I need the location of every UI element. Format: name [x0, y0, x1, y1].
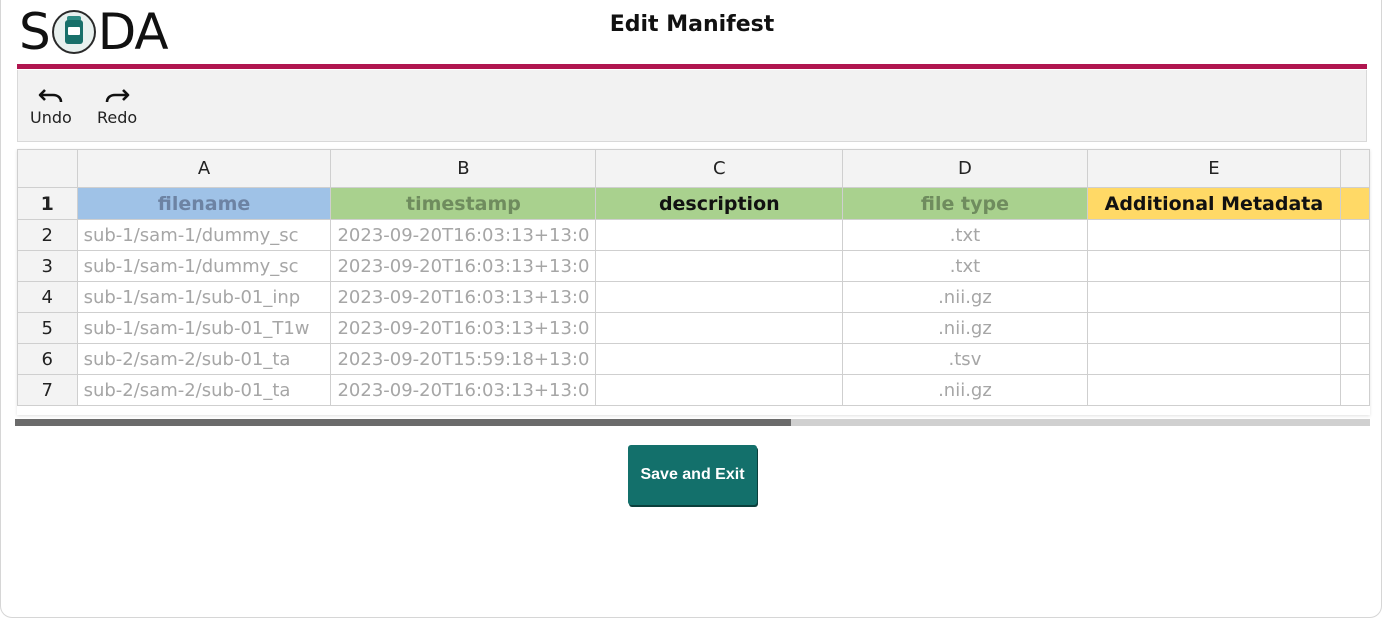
undo-label: Undo — [30, 108, 72, 127]
extra-cell[interactable] — [1340, 250, 1370, 282]
accent-divider — [17, 64, 1367, 69]
extra-cell[interactable] — [1340, 374, 1370, 406]
file-type-cell[interactable]: .nii.gz — [842, 281, 1088, 313]
extra-cell[interactable] — [1340, 281, 1370, 313]
timestamp-cell[interactable]: 2023-09-20T15:59:18+13:0 — [330, 343, 597, 375]
file-type-cell[interactable]: .txt — [842, 219, 1088, 251]
row-header[interactable]: 6 — [17, 343, 78, 375]
header-cell-timestamp[interactable]: timestamp — [330, 187, 597, 220]
page-title: Edit Manifest — [609, 12, 775, 37]
timestamp-cell[interactable]: 2023-09-20T16:03:13+13:0 — [330, 281, 597, 313]
row-header[interactable]: 1 — [17, 187, 78, 220]
table-row: 2 sub-1/sam-1/dummy_sc 2023-09-20T16:03:… — [17, 219, 1370, 251]
row-header[interactable]: 7 — [17, 374, 78, 406]
timestamp-cell[interactable]: 2023-09-20T16:03:13+13:0 — [330, 374, 597, 406]
horizontal-scrollbar[interactable] — [15, 419, 1370, 426]
additional-metadata-cell[interactable] — [1086, 219, 1342, 251]
manifest-table: A B C D E 1 filename timestamp descripti… — [17, 149, 1370, 406]
header-cell-extra[interactable] — [1340, 187, 1370, 220]
corner-cell[interactable] — [17, 149, 78, 188]
row-header[interactable]: 3 — [17, 250, 78, 282]
row-header[interactable]: 2 — [17, 219, 78, 251]
timestamp-cell[interactable]: 2023-09-20T16:03:13+13:0 — [330, 312, 597, 344]
filename-cell[interactable]: sub-1/sam-1/dummy_sc — [76, 219, 332, 251]
undo-button[interactable]: Undo — [30, 86, 72, 127]
column-header-a[interactable]: A — [76, 149, 332, 188]
extra-cell[interactable] — [1340, 219, 1370, 251]
file-type-cell[interactable]: .txt — [842, 250, 1088, 282]
table-row: 6 sub-2/sam-2/sub-01_ta 2023-09-20T15:59… — [17, 343, 1370, 375]
header-cell-filename[interactable]: filename — [76, 187, 332, 220]
additional-metadata-cell[interactable] — [1086, 250, 1342, 282]
description-cell[interactable] — [595, 374, 844, 406]
manifest-editor-window: S DA Edit Manifest Undo Redo A B C D E 1… — [0, 0, 1382, 618]
edit-toolbar: Undo Redo — [17, 70, 1367, 142]
filename-cell[interactable]: sub-1/sam-1/sub-01_inp — [76, 281, 332, 313]
additional-metadata-cell[interactable] — [1086, 343, 1342, 375]
column-header-d[interactable]: D — [842, 149, 1088, 188]
description-cell[interactable] — [595, 312, 844, 344]
additional-metadata-cell[interactable] — [1086, 312, 1342, 344]
description-cell[interactable] — [595, 281, 844, 313]
redo-icon — [105, 89, 130, 103]
additional-metadata-cell[interactable] — [1086, 374, 1342, 406]
row-header[interactable]: 4 — [17, 281, 78, 313]
file-type-cell[interactable]: .nii.gz — [842, 374, 1088, 406]
column-header-e[interactable]: E — [1086, 149, 1342, 188]
redo-label: Redo — [97, 108, 138, 127]
row-header[interactable]: 5 — [17, 312, 78, 344]
filename-cell[interactable]: sub-1/sam-1/sub-01_T1w — [76, 312, 332, 344]
manifest-spreadsheet: A B C D E 1 filename timestamp descripti… — [17, 149, 1370, 415]
column-header-f[interactable] — [1340, 149, 1370, 188]
redo-button[interactable]: Redo — [97, 86, 137, 127]
table-row: 4 sub-1/sam-1/sub-01_inp 2023-09-20T16:0… — [17, 281, 1370, 313]
description-cell[interactable] — [595, 250, 844, 282]
horizontal-scrollbar-thumb[interactable] — [15, 419, 791, 426]
table-row: 3 sub-1/sam-1/dummy_sc 2023-09-20T16:03:… — [17, 250, 1370, 282]
extra-cell[interactable] — [1340, 312, 1370, 344]
column-header-b[interactable]: B — [330, 149, 597, 188]
undo-icon — [38, 89, 63, 103]
table-row: 5 sub-1/sam-1/sub-01_T1w 2023-09-20T16:0… — [17, 312, 1370, 344]
description-cell[interactable] — [595, 343, 844, 375]
extra-cell[interactable] — [1340, 343, 1370, 375]
additional-metadata-cell[interactable] — [1086, 281, 1342, 313]
column-header-c[interactable]: C — [595, 149, 844, 188]
header-cell-file-type[interactable]: file type — [842, 187, 1088, 220]
table-row: 7 sub-2/sam-2/sub-01_ta 2023-09-20T16:03… — [17, 374, 1370, 406]
description-cell[interactable] — [595, 219, 844, 251]
table-row: 1 filename timestamp description file ty… — [17, 187, 1370, 220]
save-and-exit-button[interactable]: Save and Exit — [628, 445, 757, 505]
header-cell-description[interactable]: description — [595, 187, 844, 220]
filename-cell[interactable]: sub-2/sam-2/sub-01_ta — [76, 343, 332, 375]
filename-cell[interactable]: sub-1/sam-1/dummy_sc — [76, 250, 332, 282]
file-type-cell[interactable]: .nii.gz — [842, 312, 1088, 344]
file-type-cell[interactable]: .tsv — [842, 343, 1088, 375]
timestamp-cell[interactable]: 2023-09-20T16:03:13+13:0 — [330, 219, 597, 251]
timestamp-cell[interactable]: 2023-09-20T16:03:13+13:0 — [330, 250, 597, 282]
header-cell-additional-metadata[interactable]: Additional Metadata — [1086, 187, 1342, 220]
filename-cell[interactable]: sub-2/sam-2/sub-01_ta — [76, 374, 332, 406]
